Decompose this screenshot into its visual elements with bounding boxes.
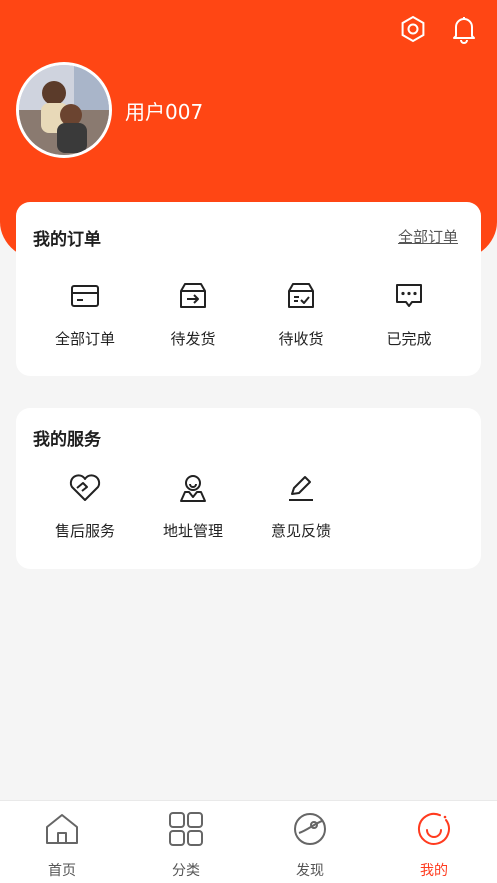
pen-icon <box>247 470 355 506</box>
tab-home[interactable]: 首页 <box>0 809 124 880</box>
order-item-pending-receive[interactable]: 待收货 <box>247 278 355 349</box>
chat-dots-icon <box>355 278 463 314</box>
service-item-feedback[interactable]: 意见反馈 <box>247 470 355 541</box>
service-item-label: 地址管理 <box>162 522 223 540</box>
service-item-label: 售后服务 <box>54 522 115 540</box>
service-item-address[interactable]: 地址管理 <box>139 470 247 541</box>
bottom-tabbar: 首页 分类 发现 我的 <box>0 800 497 883</box>
order-item-pending-ship[interactable]: 待发货 <box>139 278 247 349</box>
tab-label: 我的 <box>420 863 448 879</box>
order-item-all[interactable]: 全部订单 <box>31 278 139 349</box>
all-orders-link[interactable]: 全部订单 <box>398 226 458 247</box>
tab-mine[interactable]: 我的 <box>372 809 496 880</box>
orders-card: 我的订单 全部订单 全部订单 待发货 待收货 已完成 <box>16 202 481 376</box>
settings-hexagon-icon[interactable] <box>397 13 429 45</box>
service-item-after-sales[interactable]: 售后服务 <box>31 470 139 541</box>
tab-label: 首页 <box>48 863 76 879</box>
order-item-label: 已完成 <box>386 330 432 348</box>
order-item-label: 待发货 <box>170 330 216 348</box>
location-user-icon <box>139 470 247 506</box>
avatar[interactable] <box>16 62 112 158</box>
box-check-icon <box>247 278 355 314</box>
services-card: 我的服务 售后服务 地址管理 意见反馈 <box>16 408 481 569</box>
heart-handshake-icon <box>31 470 139 506</box>
tab-label: 发现 <box>296 863 324 879</box>
smile-icon <box>372 809 496 849</box>
username: 用户007 <box>125 100 204 124</box>
order-item-label: 全部订单 <box>54 330 115 348</box>
services-title: 我的服务 <box>33 430 101 450</box>
tab-discover[interactable]: 发现 <box>248 809 372 880</box>
tab-category[interactable]: 分类 <box>124 809 248 880</box>
tab-label: 分类 <box>172 863 200 879</box>
planet-icon <box>248 809 372 849</box>
card-icon <box>31 278 139 314</box>
bell-icon[interactable] <box>448 13 480 45</box>
orders-title: 我的订单 <box>33 230 101 250</box>
order-item-completed[interactable]: 已完成 <box>355 278 463 349</box>
order-item-label: 待收货 <box>278 330 324 348</box>
grid-icon <box>124 809 248 849</box>
box-arrow-icon <box>139 278 247 314</box>
home-icon <box>0 809 124 849</box>
service-item-label: 意见反馈 <box>270 522 331 540</box>
